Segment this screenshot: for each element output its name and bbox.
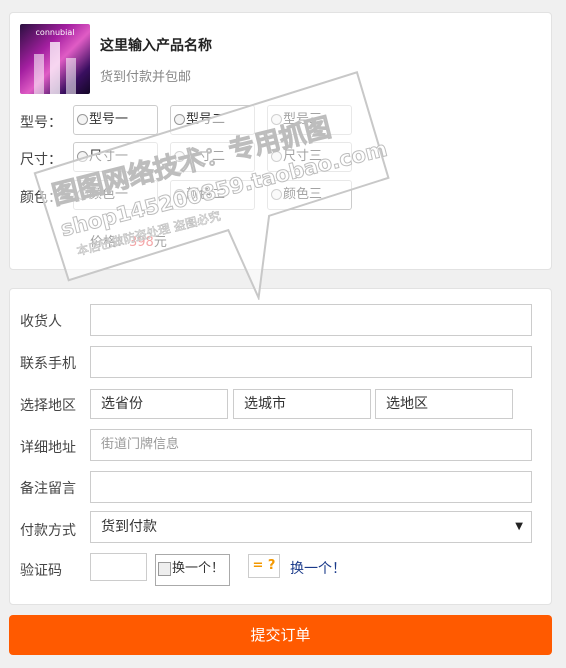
color-label: 颜色： (20, 190, 62, 206)
captcha-equation: = ? (248, 554, 280, 578)
size-option-2[interactable]: 尺寸二 (170, 142, 255, 172)
payment-select[interactable]: 货到付款 ▼ (90, 511, 532, 543)
model-option-2[interactable]: 型号二 (170, 105, 255, 135)
region-label: 选择地区 (20, 398, 76, 414)
chevron-down-icon: ▼ (515, 521, 523, 532)
color-option-2[interactable]: 颜色二 (170, 180, 255, 210)
product-thumbnail: connubial (20, 24, 90, 94)
size-option-1[interactable]: 尺寸一 (73, 142, 158, 172)
captcha-refresh-link[interactable]: 换一个！ (290, 558, 346, 578)
product-card: connubial 这里输入产品名称 货到付款并包邮 型号： 型号一 型号二 型… (9, 12, 552, 270)
phone-input[interactable] (90, 346, 532, 378)
radio-icon[interactable] (77, 114, 88, 125)
price-prefix: 价格： (90, 235, 130, 250)
price-unit: 元 (153, 235, 167, 250)
radio-icon[interactable] (174, 189, 185, 200)
color-option-1[interactable]: 颜色一 (73, 180, 158, 210)
phone-label: 联系手机 (20, 356, 76, 372)
radio-icon[interactable] (174, 114, 185, 125)
district-select[interactable]: 选地区 (375, 389, 513, 419)
payment-label: 付款方式 (20, 523, 76, 539)
receiver-input[interactable] (90, 304, 532, 336)
size-option-3[interactable]: 尺寸三 (267, 142, 352, 172)
payment-value: 货到付款 (101, 519, 157, 535)
captcha-image-alt: 换一个！ (172, 561, 225, 576)
radio-icon[interactable] (77, 189, 88, 200)
model-label: 型号： (20, 115, 62, 131)
radio-icon[interactable] (174, 151, 185, 162)
city-select[interactable]: 选城市 (233, 389, 371, 419)
thumb-brand-text: connubial (35, 28, 75, 37)
radio-icon[interactable] (271, 189, 282, 200)
radio-icon[interactable] (271, 151, 282, 162)
province-select[interactable]: 选省份 (90, 389, 228, 419)
product-subtitle: 货到付款并包邮 (100, 70, 192, 85)
address-input[interactable]: 街道门牌信息 (90, 429, 532, 461)
broken-image-icon (158, 561, 171, 576)
captcha-label: 验证码 (20, 563, 62, 579)
model-option-1[interactable]: 型号一 (73, 105, 158, 135)
radio-icon[interactable] (77, 151, 88, 162)
address-label: 详细地址 (20, 440, 76, 456)
submit-order-button[interactable]: 提交订单 (9, 615, 552, 655)
note-label: 备注留言 (20, 481, 76, 497)
product-title: 这里输入产品名称 (100, 38, 212, 54)
color-option-3[interactable]: 颜色三 (267, 180, 352, 210)
note-textarea[interactable] (90, 471, 532, 503)
size-label: 尺寸： (20, 152, 62, 168)
price-value: 398 (129, 235, 154, 250)
model-option-3[interactable]: 型号三 (267, 105, 352, 135)
price-line: 价格：398元 (90, 231, 167, 250)
receiver-label: 收货人 (20, 314, 62, 330)
order-form: 收货人 联系手机 选择地区 选省份 选城市 选地区 详细地址 街道门牌信息 备注… (9, 288, 552, 605)
captcha-input[interactable] (90, 553, 147, 581)
radio-icon[interactable] (271, 114, 282, 125)
captcha-image[interactable]: 换一个！ (155, 554, 230, 586)
